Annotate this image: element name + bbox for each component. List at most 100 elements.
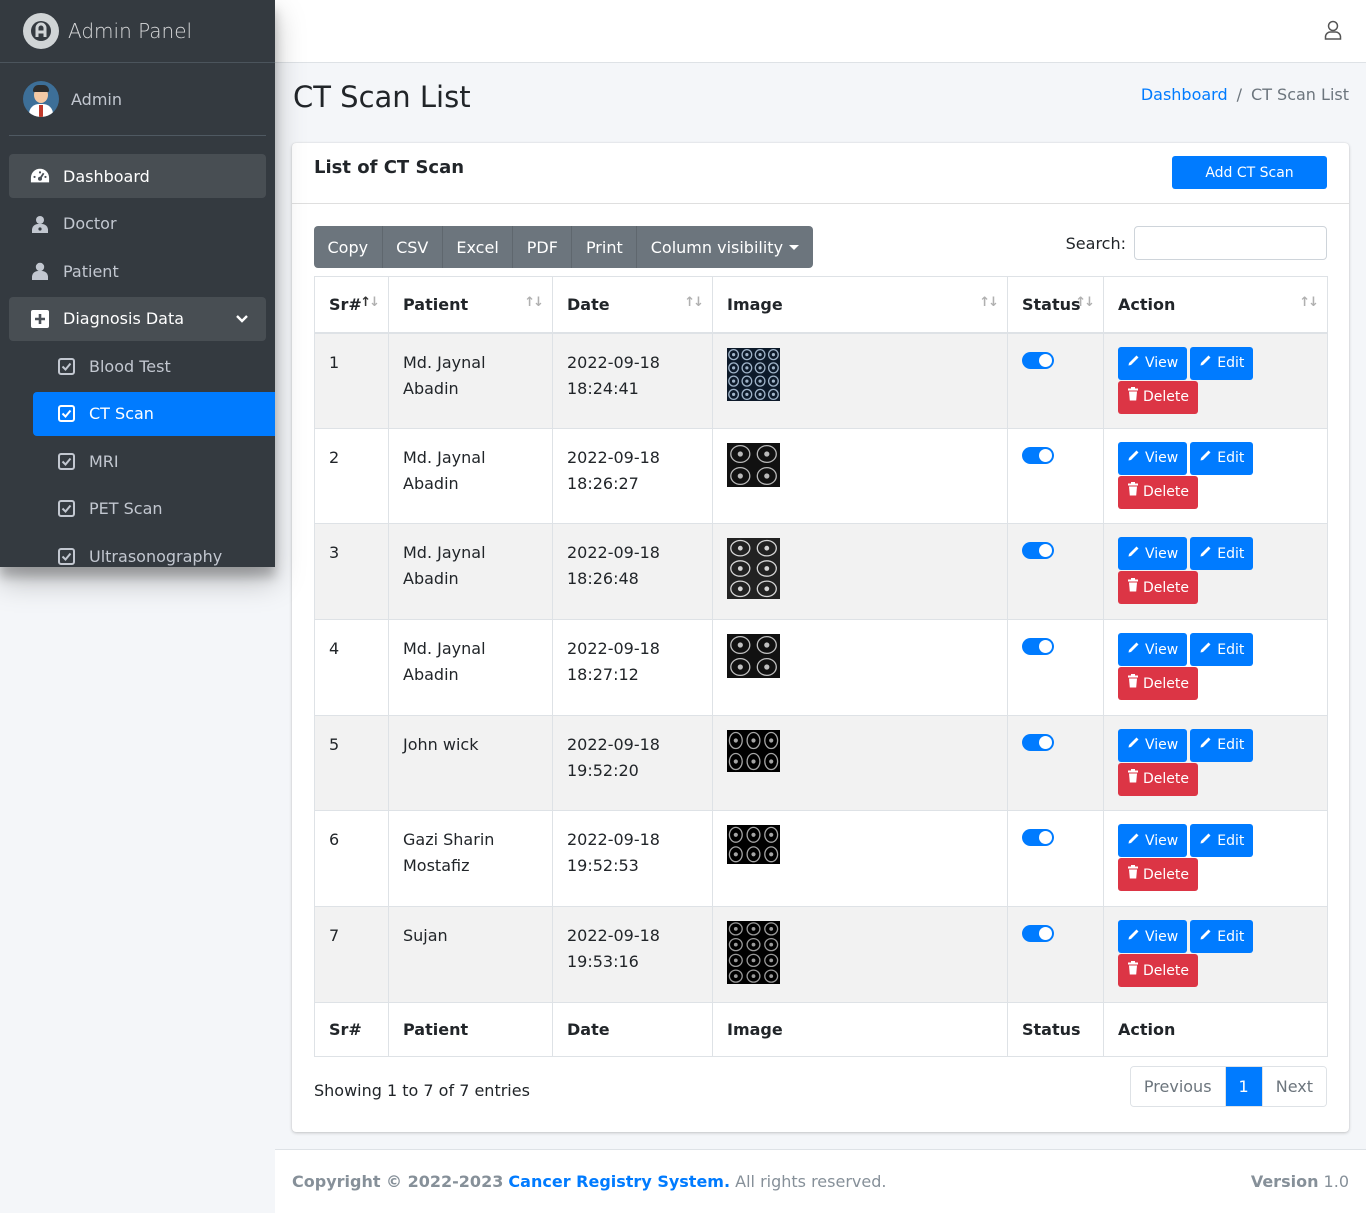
sidebar-item-blood-test[interactable]: Blood Test bbox=[33, 344, 275, 388]
status-toggle[interactable] bbox=[1022, 542, 1054, 560]
view-button[interactable]: View bbox=[1118, 920, 1188, 954]
user-panel[interactable]: Admin bbox=[9, 63, 266, 136]
copyright-text: Copyright © 2022-2023 bbox=[292, 1172, 504, 1191]
edit-button[interactable]: Edit bbox=[1190, 346, 1254, 380]
sidebar-item-ct-scan[interactable]: CT Scan bbox=[33, 391, 275, 436]
column-header-date[interactable]: Date ↑↓ bbox=[552, 276, 713, 334]
sidebar-item-pet-scan[interactable]: PET Scan bbox=[33, 487, 275, 531]
table-row: 3 Md. Jaynal Abadin 2022-09-18 18:26:48 View… bbox=[314, 523, 1328, 621]
view-button[interactable]: View bbox=[1118, 537, 1188, 571]
ct-scan-thumbnail[interactable] bbox=[727, 921, 780, 992]
pdf-button[interactable]: PDF bbox=[513, 226, 573, 268]
view-button[interactable]: View bbox=[1118, 728, 1188, 762]
cell-patient: Md. Jaynal Abadin bbox=[388, 523, 553, 621]
cell-date-time: 19:52:20 bbox=[567, 760, 639, 780]
ct-scan-thumbnail[interactable] bbox=[727, 538, 780, 607]
view-button[interactable]: View bbox=[1118, 633, 1188, 667]
user-account-icon[interactable] bbox=[1324, 20, 1342, 44]
status-toggle[interactable] bbox=[1022, 351, 1054, 369]
delete-button[interactable]: Delete bbox=[1118, 858, 1198, 892]
excel-button[interactable]: Excel bbox=[443, 226, 514, 268]
delete-button[interactable]: Delete bbox=[1118, 667, 1198, 701]
column-header-patient[interactable]: Patient ↑↓ bbox=[388, 276, 553, 334]
cell-sr: 7 bbox=[314, 906, 389, 1003]
status-toggle[interactable] bbox=[1022, 925, 1054, 943]
footer-header-status: Status bbox=[1007, 1001, 1104, 1057]
next-page-button[interactable]: Next bbox=[1262, 1067, 1326, 1106]
column-header-status[interactable]: Status ↑↓ bbox=[1007, 276, 1104, 334]
page-1-button[interactable]: 1 bbox=[1225, 1067, 1263, 1106]
sort-asc-icon: ↑↓ bbox=[360, 295, 380, 310]
status-toggle[interactable] bbox=[1022, 733, 1054, 751]
sidebar-item-mri[interactable]: MRI bbox=[33, 439, 275, 483]
column-header-label: Date bbox=[567, 294, 610, 314]
column-header-sr[interactable]: Sr# ↑↓ bbox=[314, 276, 389, 334]
sidebar-item-ultrasonography[interactable]: Ultrasonography bbox=[33, 534, 275, 567]
edit-button[interactable]: Edit bbox=[1190, 920, 1254, 954]
delete-button[interactable]: Delete bbox=[1118, 954, 1198, 988]
edit-button[interactable]: Edit bbox=[1190, 728, 1254, 762]
breadcrumb-dashboard-link[interactable]: Dashboard bbox=[1141, 85, 1228, 104]
search-label: Search: bbox=[1065, 233, 1126, 253]
footer-brand-link[interactable]: Cancer Registry System. bbox=[508, 1172, 730, 1191]
sidebar-item-dashboard[interactable]: Dashboard bbox=[9, 154, 266, 198]
edit-label: Edit bbox=[1217, 545, 1245, 562]
user-icon bbox=[30, 261, 50, 281]
edit-button[interactable]: Edit bbox=[1190, 633, 1254, 667]
column-header-label: Status bbox=[1022, 294, 1081, 314]
ct-scan-thumbnail[interactable] bbox=[727, 347, 780, 409]
sidebar-item-diagnosis-data[interactable]: Diagnosis Data bbox=[9, 296, 266, 341]
cell-date-time: 19:53:16 bbox=[567, 952, 639, 972]
view-label: View bbox=[1145, 450, 1179, 467]
delete-button[interactable]: Delete bbox=[1118, 380, 1198, 414]
brand-title: Admin Panel bbox=[68, 19, 193, 43]
previous-page-button[interactable]: Previous bbox=[1130, 1067, 1226, 1106]
cell-date-day: 2022-09-18 bbox=[567, 639, 660, 659]
brand-link[interactable]: Admin Panel bbox=[0, 0, 275, 63]
copy-button[interactable]: Copy bbox=[314, 226, 383, 268]
view-label: View bbox=[1145, 928, 1179, 945]
ct-scan-thumbnail[interactable] bbox=[727, 634, 780, 686]
status-toggle[interactable] bbox=[1022, 446, 1054, 464]
cell-date-time: 19:52:53 bbox=[567, 856, 639, 876]
card-header: List of CT Scan Add CT Scan bbox=[292, 143, 1349, 204]
ct-scan-thumbnail[interactable] bbox=[727, 442, 780, 495]
sidebar-item-doctor[interactable]: Doctor bbox=[9, 202, 266, 246]
search-input[interactable] bbox=[1134, 226, 1327, 260]
cell-date-time: 18:24:41 bbox=[567, 378, 639, 398]
view-button[interactable]: View bbox=[1118, 346, 1188, 380]
csv-button[interactable]: CSV bbox=[383, 226, 443, 268]
pencil-icon bbox=[1127, 541, 1145, 567]
delete-button[interactable]: Delete bbox=[1118, 571, 1198, 605]
footer-version: Version 1.0 bbox=[1251, 1172, 1349, 1191]
column-visibility-button[interactable]: Column visibility bbox=[637, 226, 812, 268]
column-header-image[interactable]: Image ↑↓ bbox=[712, 276, 1008, 334]
add-ct-scan-button[interactable]: Add CT Scan bbox=[1172, 156, 1327, 189]
edit-button[interactable]: Edit bbox=[1190, 441, 1254, 475]
cell-status bbox=[1007, 714, 1104, 812]
edit-button[interactable]: Edit bbox=[1190, 537, 1254, 571]
cell-date: 2022-09-18 19:53:16 bbox=[552, 906, 713, 1003]
delete-label: Delete bbox=[1143, 484, 1189, 501]
ct-scan-thumbnail[interactable] bbox=[727, 825, 780, 872]
sidebar-item-patient[interactable]: Patient bbox=[9, 249, 266, 293]
column-header-action[interactable]: Action ↑↓ bbox=[1103, 276, 1328, 334]
status-toggle[interactable] bbox=[1022, 829, 1054, 847]
table-header-row: Sr# ↑↓ Patient ↑↓ Date ↑↓ Image ↑↓ Status ↑↓ … bbox=[314, 276, 1328, 334]
status-toggle[interactable] bbox=[1022, 638, 1054, 656]
check-square-icon bbox=[56, 451, 76, 471]
ct-scan-thumbnail[interactable] bbox=[727, 729, 780, 780]
cell-date-day: 2022-09-18 bbox=[567, 352, 660, 372]
footer-header-date: Date bbox=[552, 1001, 713, 1057]
view-button[interactable]: View bbox=[1118, 441, 1188, 475]
cell-date-day: 2022-09-18 bbox=[567, 734, 660, 754]
view-button[interactable]: View bbox=[1118, 824, 1188, 858]
delete-button[interactable]: Delete bbox=[1118, 762, 1198, 796]
user-name[interactable]: Admin bbox=[71, 90, 122, 109]
print-button[interactable]: Print bbox=[572, 226, 638, 268]
trash-icon bbox=[1127, 384, 1143, 410]
sidebar-item-label: MRI bbox=[89, 451, 119, 471]
edit-button[interactable]: Edit bbox=[1190, 824, 1254, 858]
footer-header-image: Image bbox=[712, 1001, 1008, 1057]
delete-button[interactable]: Delete bbox=[1118, 475, 1198, 509]
